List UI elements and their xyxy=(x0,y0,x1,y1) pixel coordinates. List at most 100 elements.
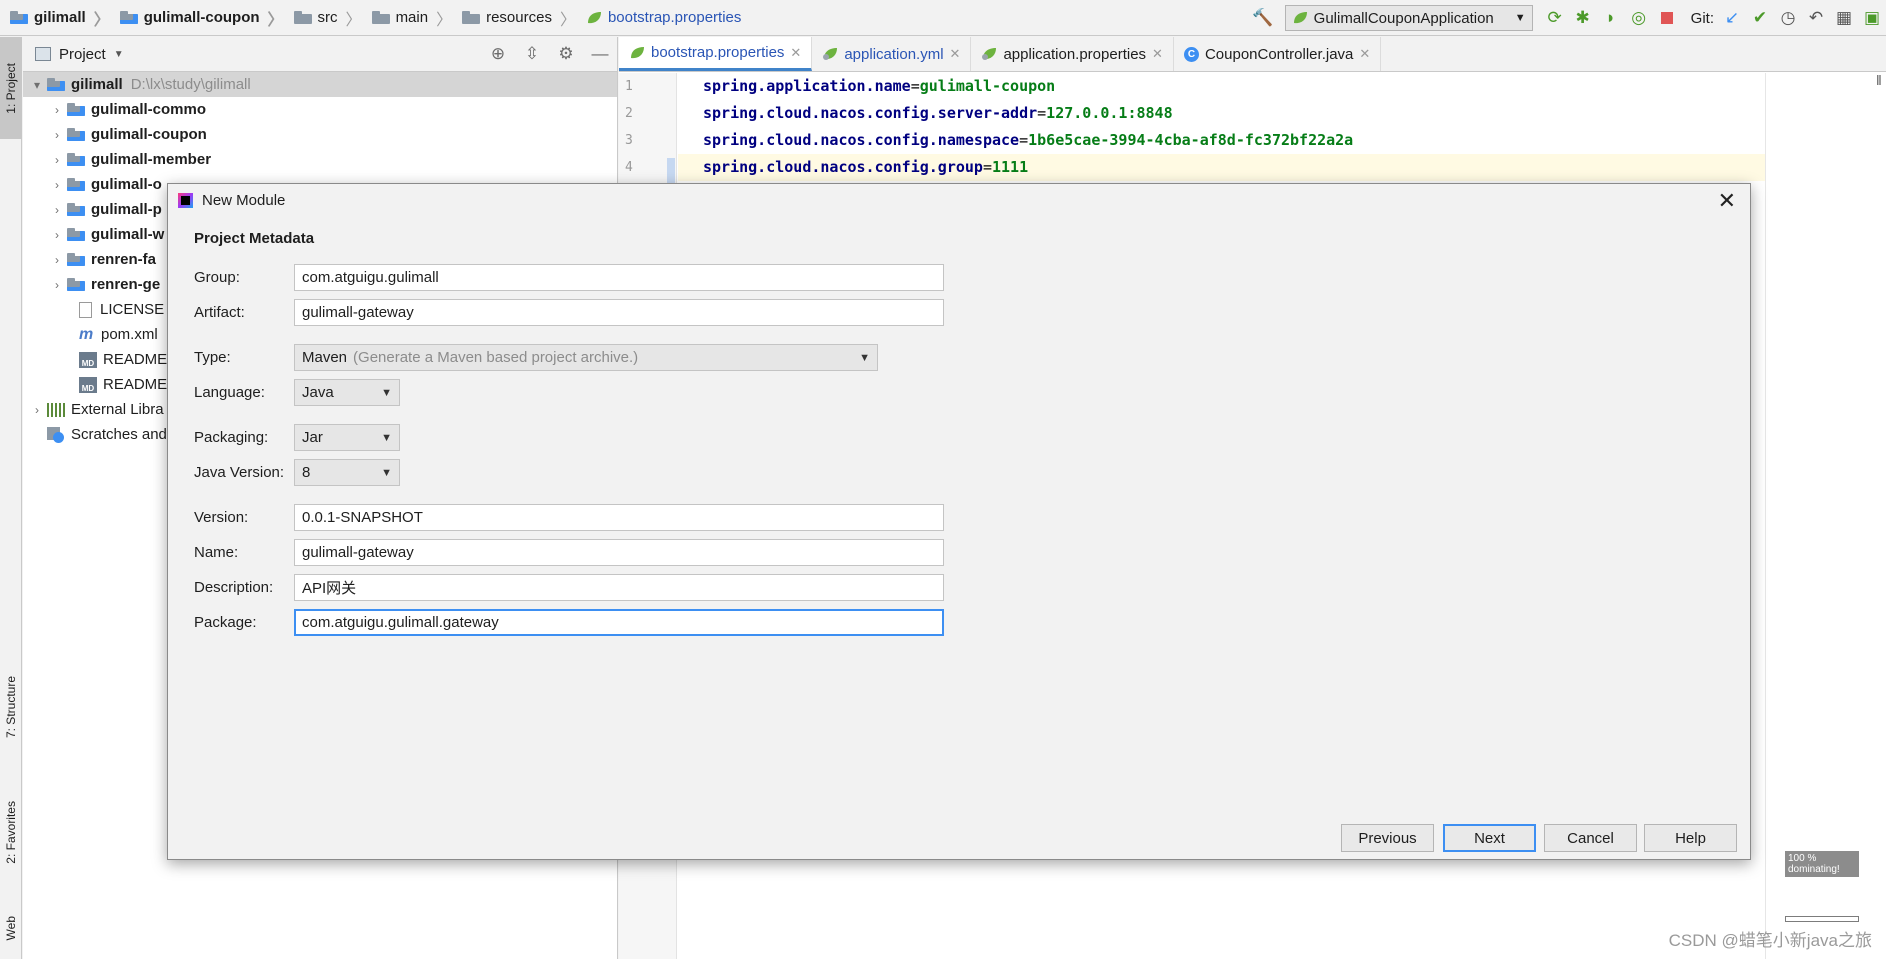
chevron-right-icon[interactable]: › xyxy=(47,203,67,217)
profile-icon[interactable]: ◎ xyxy=(1625,0,1653,36)
build-hammer-icon[interactable]: 🔨 xyxy=(1249,0,1277,36)
hide-panel-icon[interactable]: — xyxy=(583,44,617,64)
chevron-right-icon[interactable]: › xyxy=(47,253,67,267)
tree-item[interactable]: › gulimall-member xyxy=(23,147,617,172)
group-input[interactable] xyxy=(294,264,944,291)
run-with-coverage-icon[interactable]: ◗ xyxy=(1597,0,1625,36)
breadcrumb-src[interactable]: src 〉 xyxy=(284,0,362,36)
chevron-down-icon: ▼ xyxy=(1514,12,1526,24)
java-class-icon: C xyxy=(1183,46,1199,62)
artifact-input[interactable] xyxy=(294,299,944,326)
text-file-icon xyxy=(79,301,92,318)
package-row: Package: xyxy=(194,609,944,636)
editor-hint-marker: ‖ xyxy=(1876,72,1882,88)
description-row: Description: xyxy=(194,574,944,601)
name-row: Name: xyxy=(194,539,944,566)
navigation-bar: gilimall 〉 gulimall-coupon 〉 src 〉 main … xyxy=(0,0,1886,36)
git-commit-icon[interactable]: ✔ xyxy=(1746,0,1774,36)
zoom-badge: 100 % dominating! xyxy=(1785,851,1859,877)
chevron-down-icon[interactable]: ▼ xyxy=(114,49,124,60)
code-line-current[interactable]: spring.cloud.nacos.config.group=1111 xyxy=(678,154,1766,181)
markdown-file-icon: MD xyxy=(79,351,97,368)
breadcrumb-bootstrap-properties[interactable]: bootstrap.properties xyxy=(576,0,741,36)
project-view-selector[interactable]: Project xyxy=(59,46,106,63)
scroll-indicator[interactable] xyxy=(1785,916,1859,922)
web-tool-button[interactable]: Web xyxy=(0,899,22,957)
name-input[interactable] xyxy=(294,539,944,566)
chevron-expanded-icon[interactable]: ▾ xyxy=(27,78,47,92)
breadcrumb-gilimall[interactable]: gilimall 〉 xyxy=(0,0,110,36)
chevron-right-icon[interactable]: › xyxy=(47,178,67,192)
git-history-icon[interactable]: ◷ xyxy=(1774,0,1802,36)
java-version-label: Java Version: xyxy=(194,464,285,481)
code-line[interactable]: spring.application.name=gulimall-coupon xyxy=(678,73,1766,100)
folder-icon xyxy=(371,11,390,24)
tree-root-gilimall[interactable]: ▾ gilimall D:\lx\study\gilimall xyxy=(23,72,617,97)
spring-leaf-icon xyxy=(631,46,644,58)
type-label: Type: xyxy=(194,349,231,366)
tab-bootstrap-properties[interactable]: bootstrap.properties ✕ xyxy=(619,37,813,71)
favorites-tool-button[interactable]: 2: Favorites xyxy=(0,782,22,882)
tree-item[interactable]: › gulimall-commo xyxy=(23,97,617,122)
chevron-right-icon[interactable]: › xyxy=(47,153,67,167)
git-rollback-icon[interactable]: ↶ xyxy=(1802,0,1830,36)
artifact-row: Artifact: xyxy=(194,299,944,326)
package-input[interactable] xyxy=(294,609,944,636)
language-select[interactable]: Java ▼ xyxy=(294,379,400,406)
close-icon[interactable]: ✕ xyxy=(1359,46,1370,62)
previous-button[interactable]: Previous xyxy=(1341,824,1434,852)
module-folder-icon xyxy=(67,128,85,141)
tree-item[interactable]: › gulimall-coupon xyxy=(23,122,617,147)
settings-gear-icon[interactable]: ⚙ xyxy=(549,44,583,64)
run-configuration-select[interactable]: GulimallCouponApplication ▼ xyxy=(1284,5,1533,31)
type-select[interactable]: Maven (Generate a Maven based project arc… xyxy=(294,344,878,371)
git-update-icon[interactable]: ↙ xyxy=(1718,0,1746,36)
cancel-button[interactable]: Cancel xyxy=(1544,824,1637,852)
project-tool-button[interactable]: 1: Project xyxy=(0,37,22,139)
code-line[interactable]: spring.cloud.nacos.config.server-addr=12… xyxy=(678,100,1766,127)
next-button[interactable]: Next xyxy=(1443,824,1536,852)
help-button[interactable]: Help xyxy=(1644,824,1737,852)
tab-application-yml[interactable]: application.yml ✕ xyxy=(812,37,972,71)
line-number: 2 xyxy=(625,106,633,121)
close-icon[interactable]: ✕ xyxy=(950,46,961,62)
code-content[interactable]: spring.application.name=gulimall-coupon … xyxy=(678,73,1766,181)
run-anything-icon[interactable]: ▣ xyxy=(1858,0,1886,36)
java-version-select[interactable]: 8 ▼ xyxy=(294,459,400,486)
package-label: Package: xyxy=(194,614,257,631)
close-icon[interactable]: ✕ xyxy=(790,45,801,61)
library-icon xyxy=(47,402,65,417)
chevron-right-icon[interactable]: › xyxy=(47,103,67,117)
version-label: Version: xyxy=(194,509,249,526)
breadcrumb-resources[interactable]: resources 〉 xyxy=(452,0,576,36)
code-line[interactable]: spring.cloud.nacos.config.namespace=1b6e… xyxy=(678,127,1766,154)
intellij-logo-icon xyxy=(178,193,193,208)
description-label: Description: xyxy=(194,579,274,596)
close-icon[interactable]: ✕ xyxy=(1152,46,1163,62)
maven-file-icon: m xyxy=(79,325,94,343)
chevron-right-icon[interactable]: › xyxy=(47,128,67,142)
debug-bug-icon[interactable]: ✱ xyxy=(1569,0,1597,36)
description-input[interactable] xyxy=(294,574,944,601)
structure-tool-button[interactable]: 7: Structure xyxy=(0,657,22,757)
breadcrumb-main[interactable]: main 〉 xyxy=(362,0,452,36)
chevron-right-icon[interactable]: › xyxy=(27,403,47,417)
locate-file-icon[interactable]: ⊕ xyxy=(481,44,515,64)
chevron-right-icon[interactable]: › xyxy=(47,228,67,242)
watermark: CSDN @蜡笔小新java之旅 xyxy=(1668,931,1872,950)
collapse-all-icon[interactable]: ⇳ xyxy=(515,44,549,64)
version-input[interactable] xyxy=(294,504,944,531)
breadcrumb-gulimall-coupon[interactable]: gulimall-coupon 〉 xyxy=(110,0,284,36)
close-icon[interactable]: ✕ xyxy=(1718,188,1736,214)
packaging-select[interactable]: Jar ▼ xyxy=(294,424,400,451)
tab-application-properties[interactable]: application.properties ✕ xyxy=(971,37,1174,71)
chevron-right-icon[interactable]: › xyxy=(47,278,67,292)
project-structure-icon[interactable]: ▦ xyxy=(1830,0,1858,36)
stop-icon[interactable] xyxy=(1653,0,1681,36)
language-row: Language: Java ▼ xyxy=(194,379,400,406)
language-label: Language: xyxy=(194,384,265,401)
spring-boot-icon xyxy=(1293,12,1307,24)
chevron-down-icon: ▼ xyxy=(859,351,870,364)
rerun-icon[interactable]: ⟳ xyxy=(1541,0,1569,36)
tab-coupon-controller[interactable]: C CouponController.java ✕ xyxy=(1174,37,1382,71)
